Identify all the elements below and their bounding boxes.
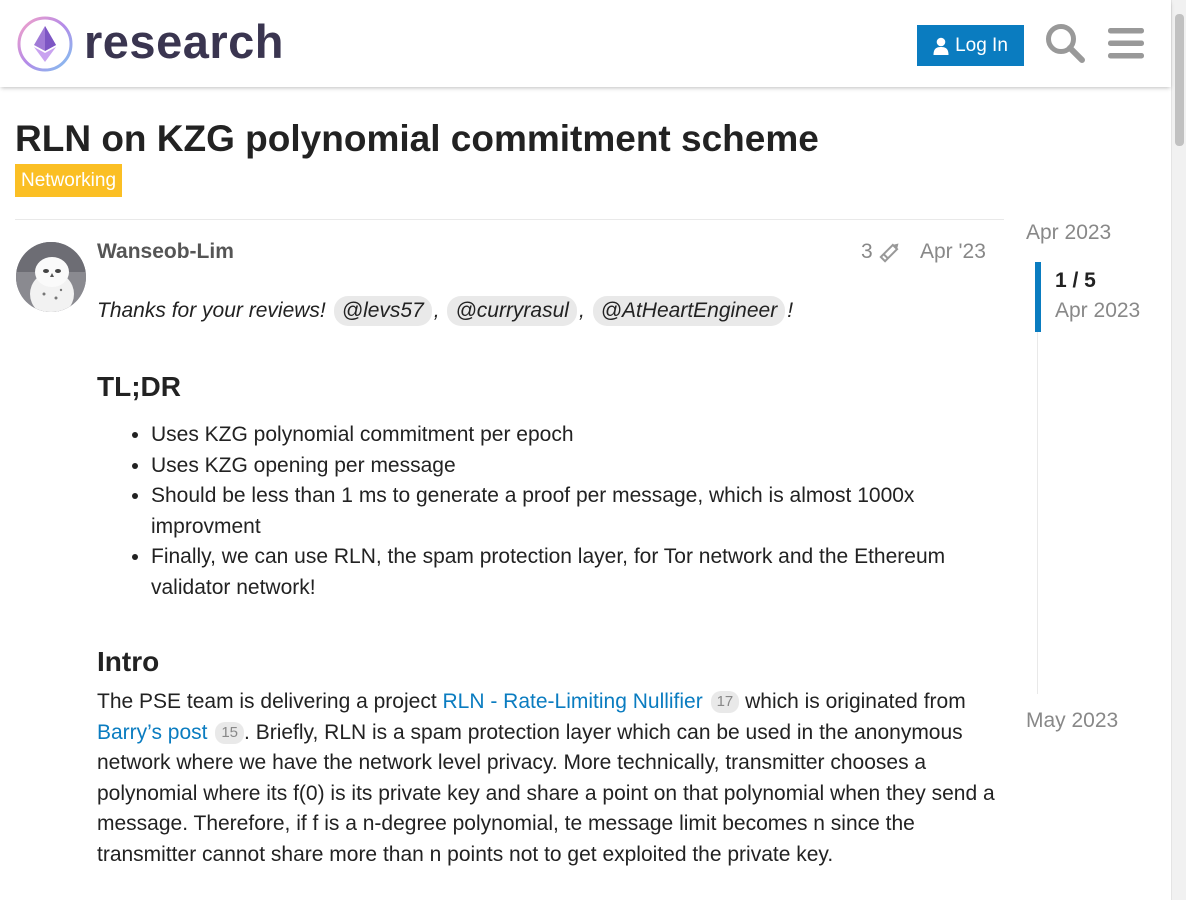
timeline-scroll-handle[interactable] xyxy=(1035,262,1041,332)
tldr-list: Uses KZG polynomial commitment per epoch… xyxy=(97,420,997,603)
edit-history-button[interactable]: 3 xyxy=(861,240,903,264)
intro-text: The PSE team is delivering a project xyxy=(97,690,443,713)
comma: , xyxy=(433,298,446,322)
post-body: Thanks for your reviews! @levs57 , @curr… xyxy=(97,290,997,870)
search-icon[interactable] xyxy=(1044,22,1086,64)
login-button[interactable]: Log In xyxy=(917,25,1024,66)
mention-curryrasul[interactable]: @curryrasul xyxy=(447,296,577,326)
avatar[interactable] xyxy=(16,242,86,312)
site-header: research Log In xyxy=(0,0,1171,87)
list-item: Should be less than 1 ms to generate a p… xyxy=(151,481,997,542)
timeline-position-date: Apr 2023 xyxy=(1055,299,1141,322)
scrollbar-thumb[interactable] xyxy=(1175,14,1184,146)
list-item: Finally, we can use RLN, the spam protec… xyxy=(151,542,997,603)
login-label: Log In xyxy=(955,34,1008,56)
heading-intro: Intro xyxy=(97,646,160,677)
timeline-start-date[interactable]: Apr 2023 xyxy=(1026,221,1111,245)
post-username[interactable]: Wanseob-Lim xyxy=(97,240,234,264)
heading-tldr: TL;DR xyxy=(97,371,181,402)
timeline-end-date[interactable]: May 2023 xyxy=(1026,709,1118,733)
ethereum-research-logo[interactable] xyxy=(16,15,74,73)
hamburger-menu-icon[interactable] xyxy=(1106,24,1146,62)
timeline-position: 1 / 5 xyxy=(1055,269,1096,292)
list-item: Uses KZG opening per message xyxy=(151,451,997,482)
comma: , xyxy=(578,298,591,322)
intro-text: which is originated from xyxy=(739,690,966,713)
mention-atheartengineer[interactable]: @AtHeartEngineer xyxy=(592,296,786,326)
link-click-count: 15 xyxy=(215,721,245,744)
category-badge[interactable]: Networking xyxy=(15,164,123,197)
thanks-end: ! xyxy=(787,298,794,322)
link-rln-project[interactable]: RLN - Rate-Limiting Nullifier xyxy=(443,690,703,713)
list-item: Uses KZG polynomial commitment per epoch xyxy=(151,420,997,451)
owl-avatar-image xyxy=(16,242,86,312)
pencil-icon xyxy=(879,243,899,263)
user-icon xyxy=(933,37,949,55)
page-scrollbar[interactable] xyxy=(1171,0,1186,900)
intro-paragraph: The PSE team is delivering a project RLN… xyxy=(97,687,997,870)
site-name[interactable]: research xyxy=(84,12,284,72)
edit-count: 3 xyxy=(861,240,873,263)
thanks-line: Thanks for your reviews! @levs57 , @curr… xyxy=(97,290,997,332)
mention-levs57[interactable]: @levs57 xyxy=(333,296,432,326)
link-barrys-post[interactable]: Barry’s post xyxy=(97,721,208,744)
divider xyxy=(15,219,1004,220)
topic-title[interactable]: RLN on KZG polynomial commitment scheme xyxy=(15,118,819,160)
link-click-count: 17 xyxy=(710,691,740,713)
thanks-text: Thanks for your reviews! xyxy=(97,298,326,322)
post-date[interactable]: Apr '23 xyxy=(920,240,986,264)
